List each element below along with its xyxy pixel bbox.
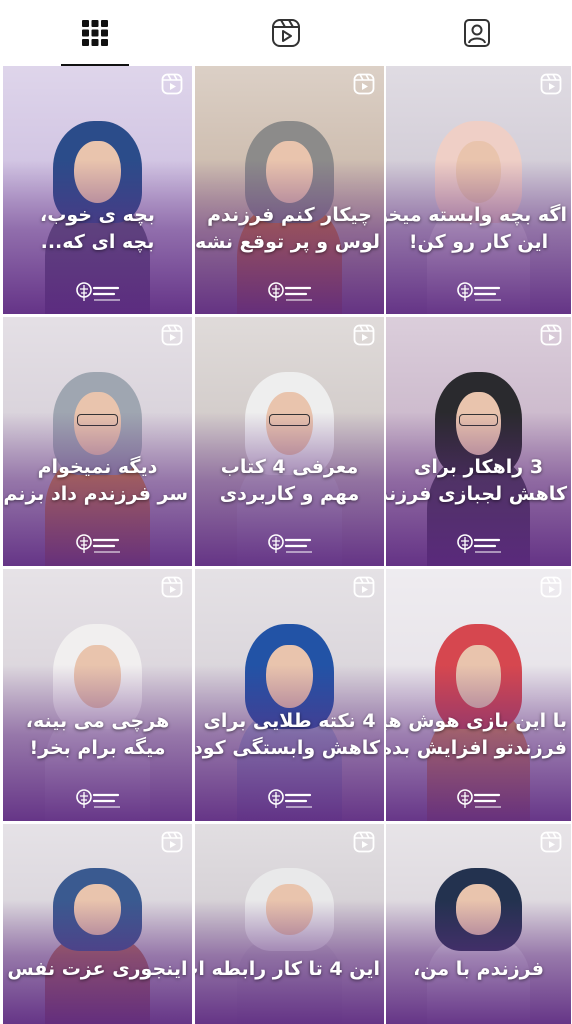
caption-line: فرزندتو افزایش بده!: [386, 736, 567, 759]
reel-badge-icon: [161, 73, 183, 95]
post-caption: دیگه نمیخوام سر فرزندم داد بزنم!: [3, 454, 188, 508]
brand-logo: [455, 531, 503, 559]
reel-badge-icon: [540, 324, 562, 346]
caption-line: اگه بچه وابسته میخوای: [386, 204, 567, 227]
brand-logo: [74, 279, 122, 307]
post-caption: این 4 تا کار رابطه ات با: [195, 956, 380, 983]
post-tile[interactable]: با این بازی هوش هیجانی فرزندتو افزایش بده…: [386, 569, 571, 821]
tagged-icon: [464, 19, 490, 47]
post-caption: بچه ی خوب، بچه ای که...: [7, 202, 188, 256]
caption-line: لوس و پر توقع نشه؟: [195, 231, 380, 254]
reels-icon: [272, 19, 300, 47]
post-tile[interactable]: معرفی 4 کتاب مهم و کاربردی: [195, 317, 384, 566]
caption-line: 3 راهکار برای: [413, 455, 544, 478]
caption-line: مهم و کاربردی: [219, 482, 360, 505]
reel-badge-icon: [540, 576, 562, 598]
post-caption: فرزندم با من،: [390, 956, 567, 983]
caption-line: بچه ای که...: [40, 231, 155, 254]
tab-reels[interactable]: [191, 0, 381, 66]
post-tile[interactable]: 4 نکته طلایی برای کاهش وابستگی کودک: [195, 569, 384, 821]
caption-line: 4 نکته طلایی برای: [203, 709, 376, 732]
post-tile[interactable]: فرزندم با من،: [386, 824, 571, 1024]
caption-line: با این بازی هوش هیجانی: [386, 709, 567, 732]
caption-line: بچه ی خوب،: [40, 204, 155, 227]
post-tile[interactable]: دیگه نمیخوام سر فرزندم داد بزنم!: [3, 317, 192, 566]
reel-badge-icon: [161, 324, 183, 346]
post-tile[interactable]: 3 راهکار برای کاهش لجبازی فرزند: [386, 317, 571, 566]
post-caption: چیکار کنم فرزندم لوس و پر توقع نشه؟: [195, 202, 380, 256]
post-caption: معرفی 4 کتاب مهم و کاربردی: [199, 454, 380, 508]
caption-line: سر فرزندم داد بزنم!: [3, 482, 188, 505]
brand-logo: [266, 279, 314, 307]
caption-line: کاهش وابستگی کودک: [195, 736, 380, 759]
post-caption: اینجوری عزت نفس: [7, 956, 188, 983]
post-caption: 4 نکته طلایی برای کاهش وابستگی کودک: [195, 708, 380, 762]
tab-tagged[interactable]: [382, 0, 572, 66]
reel-badge-icon: [353, 831, 375, 853]
caption-line: این 4 تا کار رابطه ات با: [195, 958, 380, 980]
caption-line: این کار رو کن!: [408, 231, 549, 254]
reel-badge-icon: [353, 73, 375, 95]
caption-line: دیگه نمیخوام: [37, 455, 158, 478]
brand-logo: [266, 786, 314, 814]
reel-badge-icon: [161, 831, 183, 853]
caption-line: فرزندم با من،: [413, 958, 544, 980]
post-caption: با این بازی هوش هیجانی فرزندتو افزایش بده…: [386, 708, 567, 762]
reel-badge-icon: [540, 73, 562, 95]
caption-line: هرچی می بینه،: [25, 709, 170, 732]
posts-grid: بچه ی خوب، بچه ای که... چیکار کنم فرزندم لو…: [0, 66, 572, 1024]
post-caption: هرچی می بینه، میگه برام بخر!: [7, 708, 188, 762]
caption-line: کاهش لجبازی فرزند: [386, 482, 567, 505]
post-tile[interactable]: اگه بچه وابسته میخوای این کار رو کن!: [386, 66, 571, 314]
post-tile[interactable]: بچه ی خوب، بچه ای که...: [3, 66, 192, 314]
reel-badge-icon: [353, 576, 375, 598]
post-caption: 3 راهکار برای کاهش لجبازی فرزند: [386, 454, 567, 508]
profile-tab-bar: [0, 0, 572, 66]
brand-logo: [455, 279, 503, 307]
caption-line: اینجوری عزت نفس: [7, 958, 188, 980]
brand-logo: [74, 531, 122, 559]
caption-line: چیکار کنم فرزندم: [207, 204, 372, 227]
reel-badge-icon: [353, 324, 375, 346]
post-tile[interactable]: اینجوری عزت نفس: [3, 824, 192, 1024]
tab-posts-grid[interactable]: [0, 0, 190, 66]
caption-line: معرفی 4 کتاب: [220, 455, 359, 478]
post-tile[interactable]: این 4 تا کار رابطه ات با: [195, 824, 384, 1024]
post-tile[interactable]: چیکار کنم فرزندم لوس و پر توقع نشه؟: [195, 66, 384, 314]
brand-logo: [455, 786, 503, 814]
reel-badge-icon: [540, 831, 562, 853]
grid-icon: [82, 20, 108, 46]
post-caption: اگه بچه وابسته میخوای این کار رو کن!: [386, 202, 567, 256]
caption-line: میگه برام بخر!: [29, 736, 166, 759]
brand-logo: [74, 786, 122, 814]
post-tile[interactable]: هرچی می بینه، میگه برام بخر!: [3, 569, 192, 821]
brand-logo: [266, 531, 314, 559]
reel-badge-icon: [161, 576, 183, 598]
